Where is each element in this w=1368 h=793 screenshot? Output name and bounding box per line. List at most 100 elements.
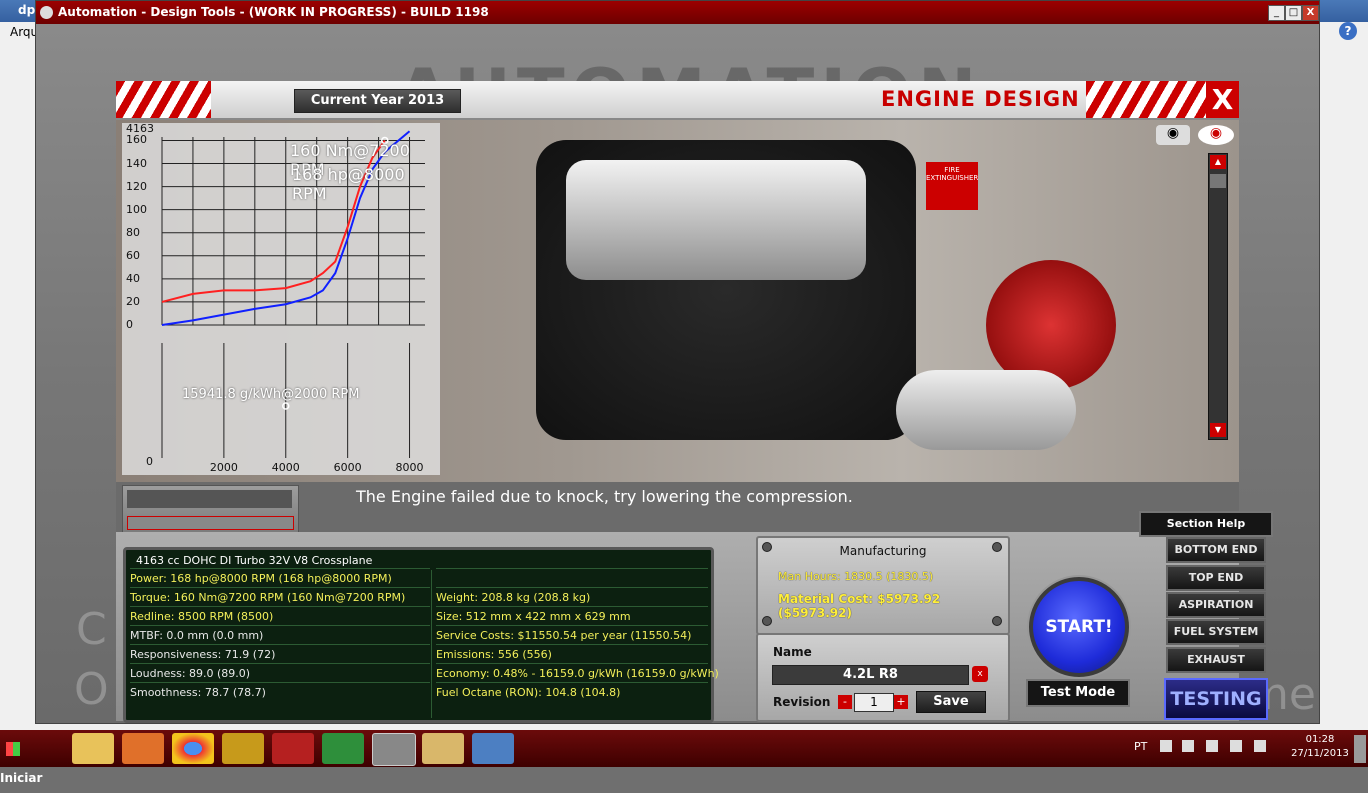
minimize-button[interactable]: _: [1268, 5, 1285, 21]
language-indicator[interactable]: PT: [1134, 740, 1147, 753]
clear-name-icon[interactable]: x: [972, 666, 988, 682]
current-year-badge: Current Year 2013: [294, 89, 461, 113]
section-button[interactable]: TOP END: [1166, 565, 1266, 591]
revision-label: Revision: [773, 695, 831, 709]
section-button[interactable]: EXHAUST: [1166, 647, 1266, 673]
window-titlebar: Automation - Design Tools - (WORK IN PRO…: [36, 1, 1319, 24]
y-tick-label: 120: [126, 179, 147, 193]
flag-icon[interactable]: [1206, 740, 1218, 752]
explorer-taskbar-icon[interactable]: [72, 733, 114, 764]
revision-value[interactable]: 1: [854, 693, 894, 712]
scroll-up-icon[interactable]: ▲: [1210, 155, 1226, 169]
thumbnail-slot: [127, 490, 292, 508]
x-tick-label: 2000: [209, 461, 238, 474]
close-panel-button[interactable]: X: [1206, 81, 1239, 118]
y-tick-label: 80: [126, 225, 140, 239]
stat-left: Redline: 8500 RPM (8500): [130, 606, 430, 626]
stat-right: [436, 568, 708, 588]
start-label: Iniciar: [0, 771, 43, 785]
photo-viewer-taskbar-icon[interactable]: [472, 733, 514, 764]
stat-left: Smoothness: 78.7 (78.7): [130, 682, 430, 702]
man-hours: Man Hours: 1830.5 (1830.5): [778, 570, 934, 583]
stats-divider: [431, 570, 432, 718]
revision-increment-button[interactable]: +: [894, 695, 908, 709]
tray-arrow-icon[interactable]: [1160, 740, 1172, 752]
camera-icon[interactable]: ◉: [1156, 125, 1190, 145]
y-tick-label: 0: [126, 318, 133, 331]
testing-section-button[interactable]: TESTING: [1164, 678, 1268, 720]
manufacturing-title: Manufacturing: [839, 544, 927, 558]
network-icon[interactable]: [1254, 740, 1266, 752]
fire-extinguisher-sign: FIRE EXTINGUISHER: [926, 162, 978, 210]
view-scrollbar[interactable]: ▲ ▼: [1208, 153, 1228, 440]
clock-time: 01:28: [1305, 734, 1335, 745]
section-help-button[interactable]: Section Help: [1139, 511, 1273, 537]
stat-right: Fuel Octane (RON): 104.8 (104.8): [436, 682, 708, 702]
panel-title: ENGINE DESIGN: [881, 87, 1080, 111]
automation-taskbar-icon[interactable]: [372, 733, 416, 766]
scroll-thumb[interactable]: [1210, 174, 1226, 188]
stat-left: MTBF: 0.0 mm (0.0 mm): [130, 625, 430, 645]
clock[interactable]: 01:28 27/11/2013: [1290, 733, 1350, 761]
volume-icon[interactable]: [1182, 740, 1194, 752]
start-menu-button[interactable]: Iniciar: [0, 733, 62, 785]
engine-description: 4163 cc DOHC DI Turbo 32V V8 Crossplane: [136, 554, 373, 567]
background-menu-file[interactable]: Arqu: [10, 25, 38, 39]
engine-name-input[interactable]: 4.2L R8: [772, 665, 969, 685]
stat-right: Service Costs: $11550.54 per year (11550…: [436, 625, 708, 645]
windows-logo-icon: [6, 741, 20, 756]
stat-right: Size: 512 mm x 422 mm x 629 mm: [436, 606, 708, 626]
start-button[interactable]: START!: [1029, 577, 1129, 677]
usb-icon[interactable]: [1230, 740, 1242, 752]
peak-power-label: 168 hp@8000 RPM: [292, 165, 405, 203]
y-tick-label: 20: [126, 294, 140, 308]
scroll-down-icon[interactable]: ▼: [1210, 423, 1226, 437]
help-icon[interactable]: ?: [1339, 22, 1357, 40]
y-tick-label: 160: [126, 133, 147, 147]
test-mode-button[interactable]: Test Mode: [1026, 679, 1130, 707]
section-button[interactable]: BOTTOM END: [1166, 537, 1266, 563]
maximize-button[interactable]: □: [1285, 5, 1302, 21]
stat-left: Torque: 160 Nm@7200 RPM (160 Nm@7200 RPM…: [130, 587, 430, 607]
stat-left: Loudness: 89.0 (89.0): [130, 663, 430, 683]
save-button[interactable]: Save: [916, 691, 986, 713]
x-tick-label: 4000: [271, 461, 300, 474]
engine-valve-cover: [566, 160, 866, 280]
car-game-taskbar-icon[interactable]: [222, 733, 264, 764]
character-taskbar-icon[interactable]: [272, 733, 314, 764]
revision-decrement-button[interactable]: -: [838, 695, 852, 709]
y-tick-label: 60: [126, 248, 140, 262]
media-player-taskbar-icon[interactable]: [122, 733, 164, 764]
status-message: The Engine failed due to knock, try lowe…: [356, 487, 853, 506]
eye-icon[interactable]: ◉: [1198, 125, 1234, 145]
close-window-button[interactable]: X: [1302, 5, 1319, 21]
part-thumbnail-slider[interactable]: [122, 485, 299, 539]
show-desktop-button[interactable]: [1354, 735, 1366, 763]
app-icon: [40, 6, 53, 19]
thumbnail-scrollbar[interactable]: [127, 516, 294, 530]
y-tick-label: 4163: [126, 122, 154, 135]
clock-date: 27/11/2013: [1291, 748, 1349, 759]
stat-right: Emissions: 556 (556): [436, 644, 708, 664]
y-tick-label: 100: [126, 202, 147, 216]
chrome-taskbar-icon[interactable]: [172, 733, 214, 764]
section-button[interactable]: ASPIRATION: [1166, 592, 1266, 618]
material-cost: Material Cost: $5973.92 ($5973.92): [778, 592, 941, 620]
x-tick-label: 6000: [333, 461, 362, 474]
exhaust-pipe: [896, 370, 1076, 450]
paint-taskbar-icon[interactable]: [422, 733, 464, 764]
background-title: dp: [18, 3, 36, 17]
y-tick-label: 40: [126, 271, 140, 285]
engine-stats-panel: 4163 cc DOHC DI Turbo 32V V8 Crossplane …: [123, 547, 719, 723]
stat-left: Power: 168 hp@8000 RPM (168 hp@8000 RPM): [130, 568, 430, 588]
backdrop-ghost-text: O: [74, 664, 109, 715]
section-button[interactable]: FUEL SYSTEM: [1166, 619, 1266, 645]
name-panel: Name 4.2L R8 x Revision - 1 + Save: [756, 633, 1010, 722]
engine-design-panel: Current Year 2013 ENGINE DESIGN X FIRE E…: [116, 81, 1273, 723]
monitor-taskbar-icon[interactable]: [322, 733, 364, 764]
economy-peak-label: 15941.8 g/kWh@2000 RPM: [182, 387, 360, 402]
stat-right: Weight: 208.8 kg (208.8 kg): [436, 587, 708, 607]
bolt-icon: [762, 542, 772, 552]
stat-right: Economy: 0.48% - 16159.0 g/kWh (16159.0 …: [436, 663, 719, 683]
header-stripes: [116, 81, 211, 118]
